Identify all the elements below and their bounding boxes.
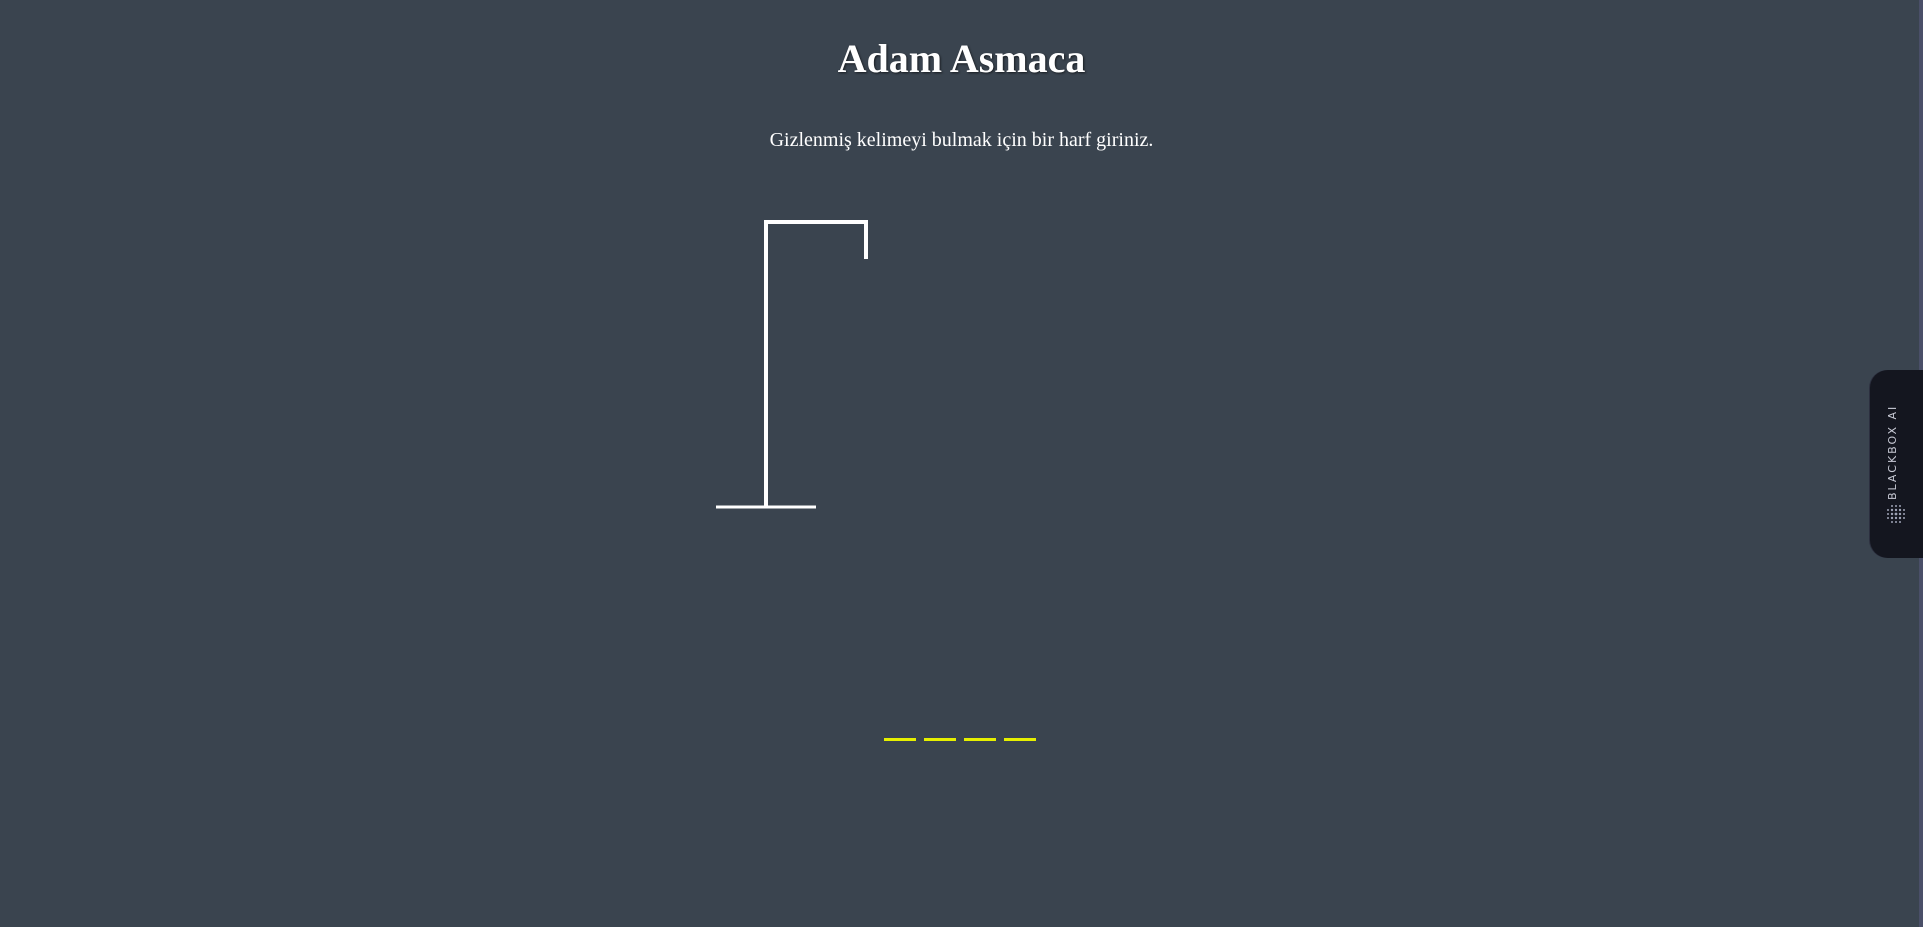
dot-grid-icon xyxy=(1887,505,1905,523)
hidden-word xyxy=(884,712,1036,741)
letter-slot xyxy=(1004,712,1036,741)
page: Adam Asmaca Gizlenmiş kelimeyi bulmak iç… xyxy=(0,0,1923,927)
blackbox-ai-label: BLACKBOX AI xyxy=(1886,404,1899,500)
blackbox-ai-tab[interactable]: BLACKBOX AI xyxy=(1870,370,1923,558)
letter-slot xyxy=(884,712,916,741)
letter-slot xyxy=(924,712,956,741)
hangman-drawing xyxy=(716,220,868,509)
letter-slot xyxy=(964,712,996,741)
